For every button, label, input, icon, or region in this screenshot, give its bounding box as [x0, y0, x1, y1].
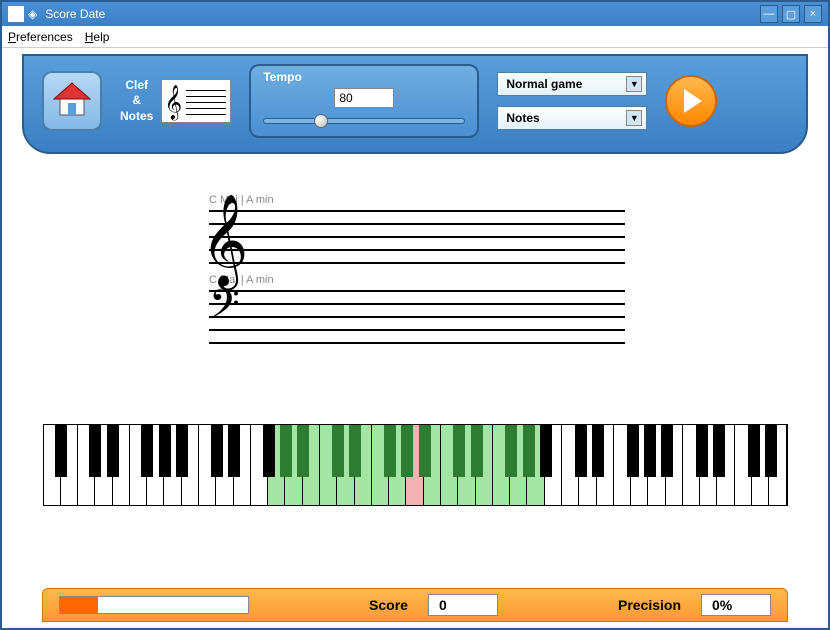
- game-mode-select[interactable]: Normal game ▼: [497, 72, 647, 96]
- tempo-label: Tempo: [263, 70, 465, 84]
- score-label: Score: [369, 597, 408, 613]
- titlebar: ♪ ◈ Score Date — ▢ ×: [2, 2, 828, 26]
- black-key[interactable]: [332, 425, 344, 477]
- window-title: Score Date: [45, 7, 756, 21]
- close-button[interactable]: ×: [804, 5, 822, 23]
- clef-notes-label: Clef & Notes: [120, 78, 153, 125]
- black-key[interactable]: [384, 425, 396, 477]
- black-key[interactable]: [297, 425, 309, 477]
- black-key[interactable]: [765, 425, 777, 477]
- black-key[interactable]: [713, 425, 725, 477]
- menu-help[interactable]: Help: [85, 30, 110, 44]
- precision-value: 0%: [701, 594, 771, 616]
- treble-staff: 𝄞: [205, 210, 625, 264]
- black-key[interactable]: [661, 425, 673, 477]
- black-key[interactable]: [211, 425, 223, 477]
- black-key[interactable]: [748, 425, 760, 477]
- bass-staff: 𝄢: [205, 290, 625, 344]
- black-key[interactable]: [141, 425, 153, 477]
- bass-key-label: C Maj | A min: [209, 274, 625, 286]
- app-icon: ♪: [8, 6, 24, 22]
- black-key[interactable]: [176, 425, 188, 477]
- piano-keyboard[interactable]: [43, 424, 788, 506]
- chevron-down-icon: ▼: [626, 76, 642, 92]
- black-key[interactable]: [349, 425, 361, 477]
- status-bar: Score 0 Precision 0%: [42, 588, 788, 622]
- menu-preferences[interactable]: Preferences: [8, 30, 73, 44]
- chevron-down-icon: ▼: [626, 110, 642, 126]
- game-mode-value: Normal game: [506, 77, 582, 91]
- play-button[interactable]: [665, 75, 717, 127]
- black-key[interactable]: [523, 425, 535, 477]
- black-key[interactable]: [159, 425, 171, 477]
- exercise-type-select[interactable]: Notes ▼: [497, 106, 647, 130]
- black-key[interactable]: [228, 425, 240, 477]
- black-key[interactable]: [280, 425, 292, 477]
- mode-selects: Normal game ▼ Notes ▼: [497, 72, 647, 130]
- minimize-button[interactable]: —: [760, 5, 778, 23]
- treble-key-label: C Maj | A min: [209, 194, 625, 206]
- progress-fill: [60, 597, 98, 613]
- tempo-slider-thumb[interactable]: [314, 114, 328, 128]
- tempo-slider[interactable]: [263, 118, 465, 124]
- home-icon: [50, 79, 94, 123]
- tempo-input[interactable]: [334, 88, 394, 108]
- black-key[interactable]: [107, 425, 119, 477]
- black-key[interactable]: [471, 425, 483, 477]
- black-key[interactable]: [627, 425, 639, 477]
- black-key[interactable]: [263, 425, 275, 477]
- clef-preview: 𝄞: [161, 79, 231, 123]
- score-value: 0: [428, 594, 498, 616]
- black-key[interactable]: [419, 425, 431, 477]
- menubar: Preferences Help: [2, 26, 828, 48]
- black-key[interactable]: [540, 425, 552, 477]
- black-key[interactable]: [89, 425, 101, 477]
- titlebar-bullet: ◈: [28, 7, 37, 21]
- music-staves: C Maj | A min 𝄞 C Maj | A min 𝄢: [2, 194, 828, 354]
- black-key[interactable]: [401, 425, 413, 477]
- black-key[interactable]: [55, 425, 67, 477]
- exercise-type-value: Notes: [506, 111, 539, 125]
- tempo-panel: Tempo: [249, 64, 479, 138]
- black-key[interactable]: [505, 425, 517, 477]
- precision-label: Precision: [618, 597, 681, 613]
- toolbar: Clef & Notes 𝄞 Tempo Normal game ▼ Notes: [22, 54, 808, 154]
- app-window: ♪ ◈ Score Date — ▢ × Preferences Help Cl…: [0, 0, 830, 630]
- black-key[interactable]: [592, 425, 604, 477]
- progress-bar: [59, 596, 249, 614]
- black-key[interactable]: [696, 425, 708, 477]
- play-icon: [684, 89, 702, 113]
- maximize-button[interactable]: ▢: [782, 5, 800, 23]
- black-key[interactable]: [453, 425, 465, 477]
- clef-notes-button[interactable]: Clef & Notes 𝄞: [120, 78, 231, 125]
- black-key[interactable]: [644, 425, 656, 477]
- home-button[interactable]: [42, 71, 102, 131]
- black-key[interactable]: [575, 425, 587, 477]
